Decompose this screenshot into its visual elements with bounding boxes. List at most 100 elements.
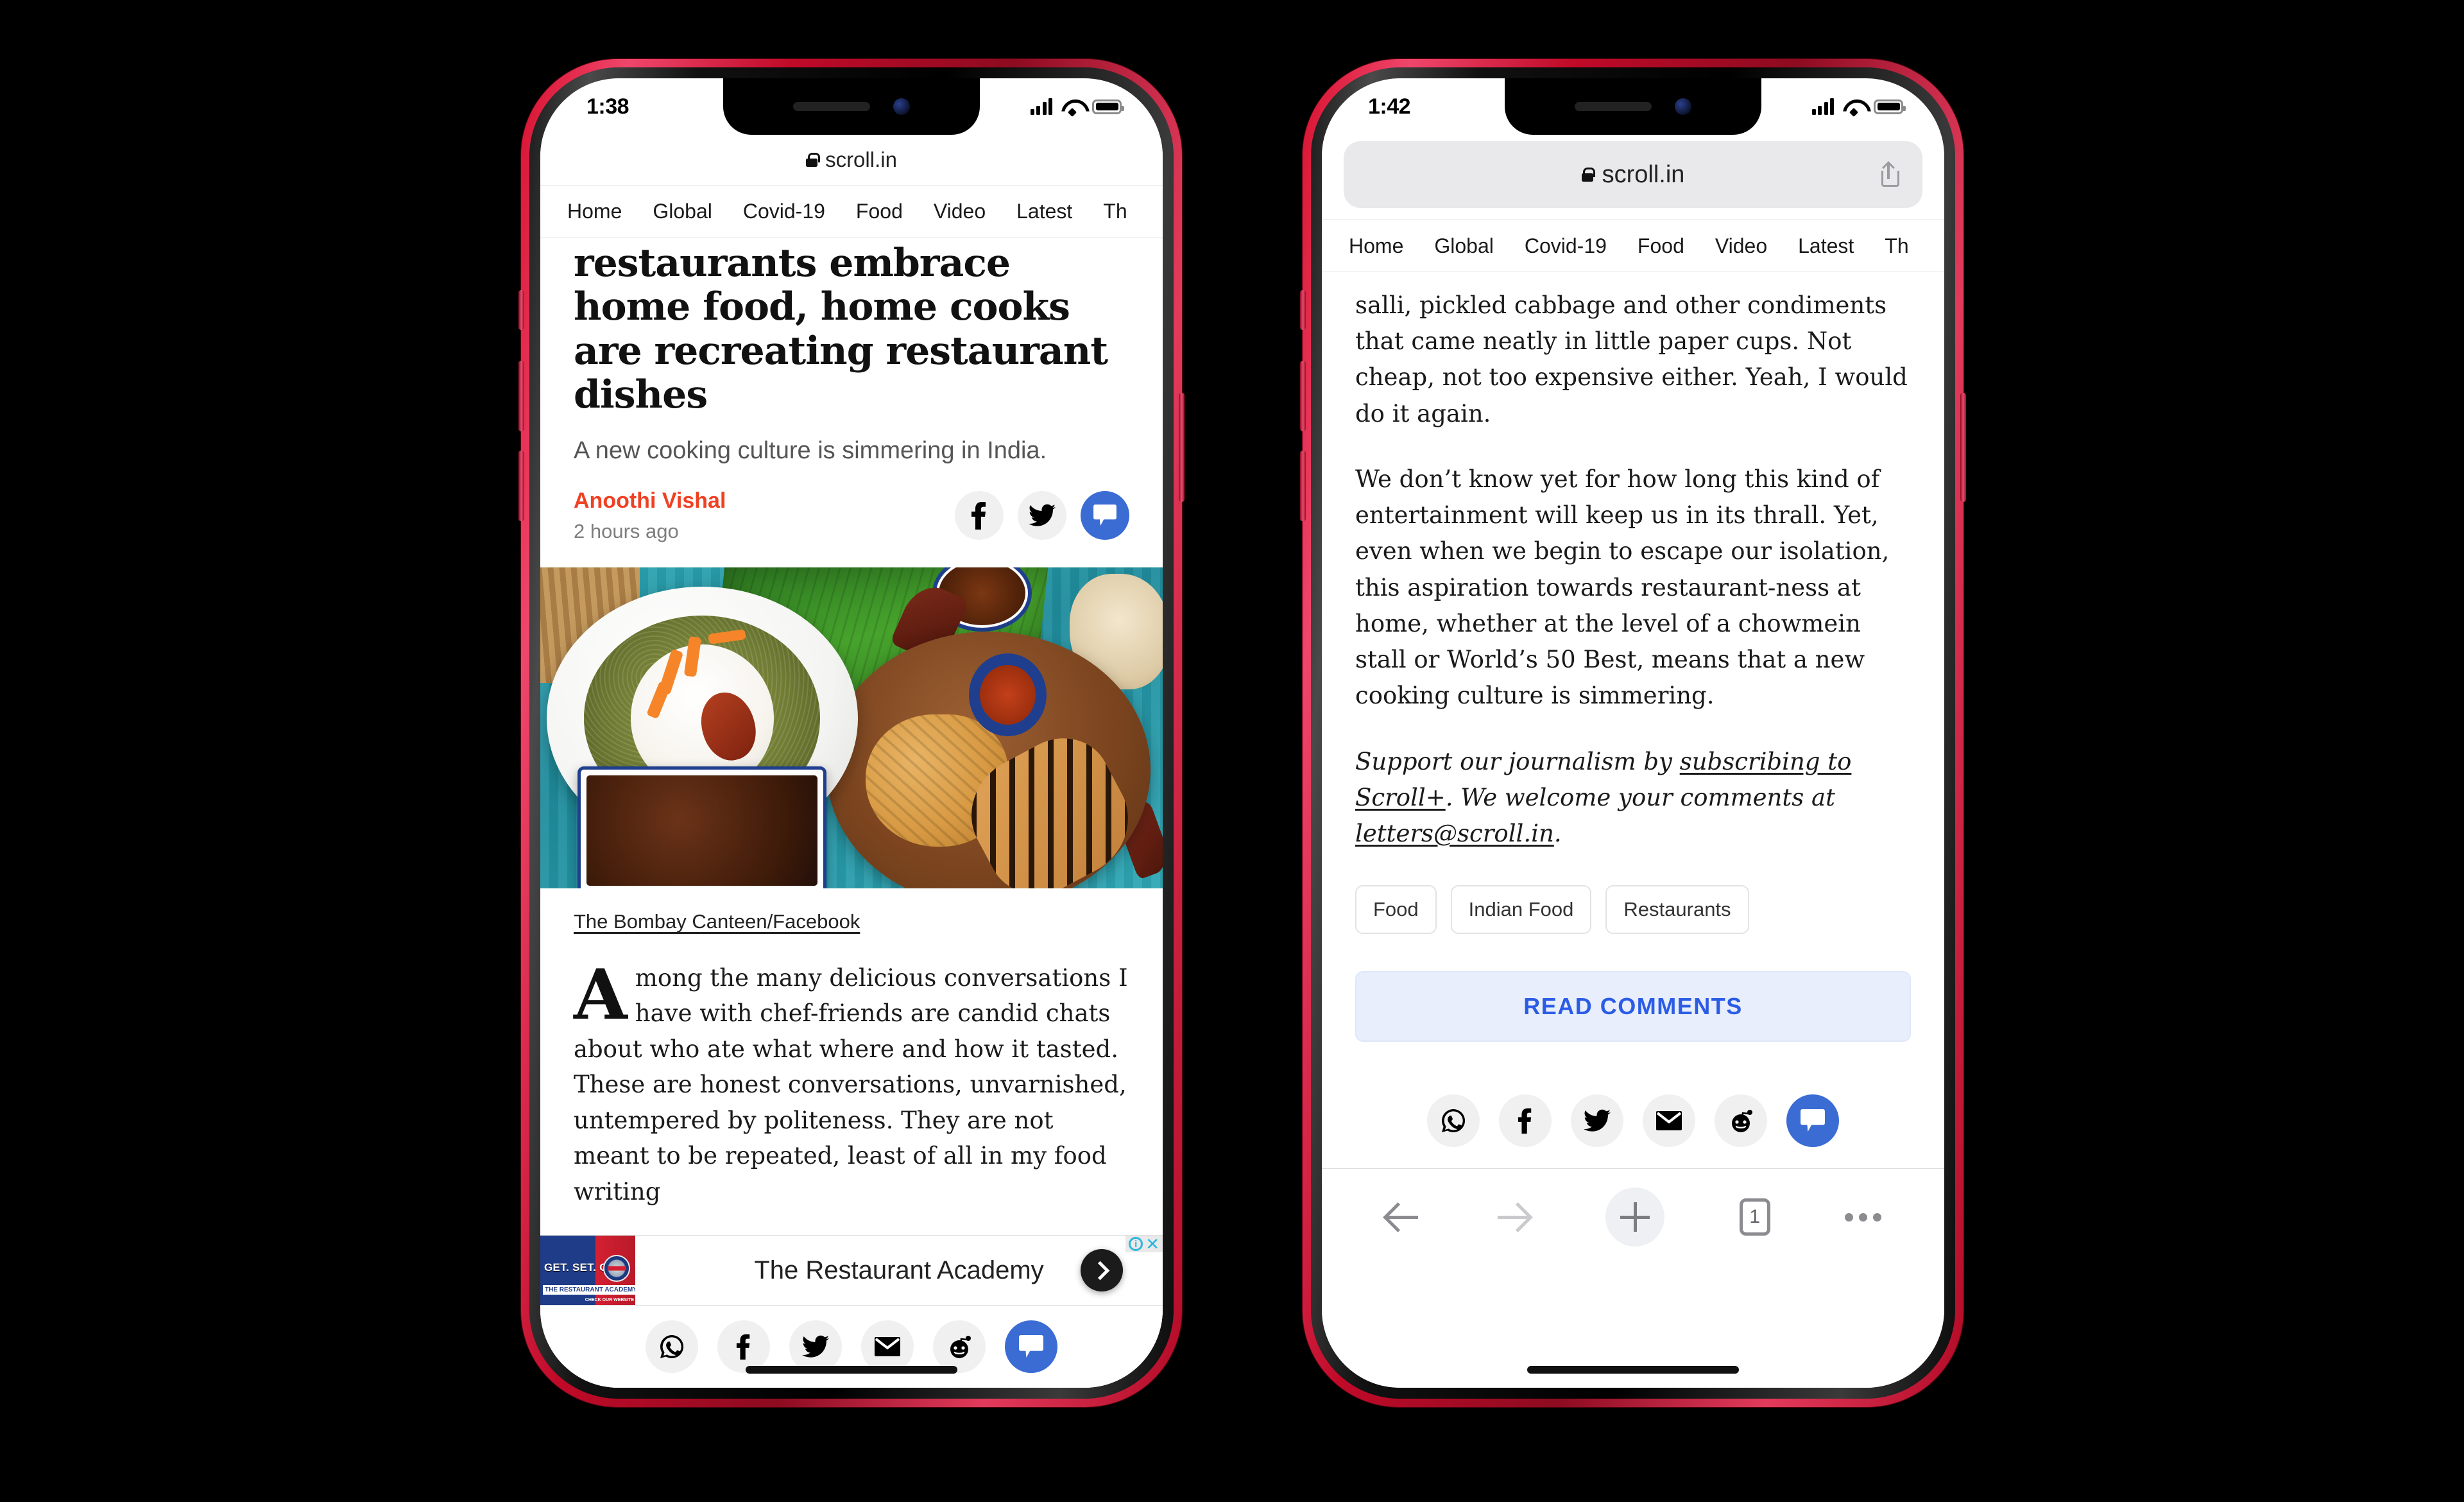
url-bar-right[interactable]: scroll.in	[1344, 141, 1922, 208]
tag-food[interactable]: Food	[1355, 885, 1437, 935]
nav-item-covid19[interactable]: Covid-19	[1525, 234, 1607, 258]
nav-item-food[interactable]: Food	[856, 200, 903, 223]
reddit-share-icon[interactable]	[1715, 1094, 1767, 1147]
phone-right: 1:42 scroll.in Home Global Covid-19 Food…	[1300, 59, 1966, 1407]
comments-icon[interactable]	[1786, 1094, 1839, 1147]
notch-left	[723, 78, 980, 135]
support-prefix: Support our journalism by	[1355, 747, 1680, 775]
email-share-icon[interactable]	[1643, 1094, 1695, 1147]
cellular-bars-icon	[1030, 98, 1052, 115]
nav-item-video[interactable]: Video	[934, 200, 986, 223]
twitter-share-icon[interactable]	[789, 1320, 842, 1373]
front-camera-icon	[1675, 98, 1691, 115]
nav-item-latest[interactable]: Latest	[1798, 234, 1854, 258]
wifi-icon	[1061, 98, 1083, 115]
site-nav-right[interactable]: Home Global Covid-19 Food Video Latest T…	[1322, 220, 1944, 272]
earpiece-speaker	[1575, 102, 1652, 111]
comments-icon[interactable]	[1081, 491, 1129, 540]
twitter-share-icon[interactable]	[1018, 491, 1066, 540]
site-nav-left[interactable]: Home Global Covid-19 Food Video Latest T…	[540, 185, 1163, 237]
tag-list: Food Indian Food Restaurants	[1322, 885, 1944, 935]
cellular-bars-icon	[1811, 98, 1834, 115]
rectangular-dish	[578, 766, 827, 888]
ad-controls: i ✕	[1125, 1236, 1163, 1252]
wifi-icon	[1843, 98, 1865, 115]
support-middle: . We welcome your comments at	[1445, 783, 1835, 811]
chevron-right-icon[interactable]	[1081, 1249, 1123, 1291]
volume-up-button[interactable]	[1300, 361, 1306, 431]
ad-info-icon[interactable]: i	[1129, 1237, 1143, 1251]
article-paragraph-2: We don’t know yet for how long this kind…	[1355, 465, 1890, 710]
nav-item-video[interactable]: Video	[1715, 234, 1767, 258]
url-bar-wrap-right: scroll.in	[1322, 135, 1944, 220]
article-body-paragraph: Among the many delicious conversations I…	[540, 933, 1163, 1210]
header-share-row	[955, 491, 1129, 540]
tag-indian-food[interactable]: Indian Food	[1450, 885, 1592, 935]
more-dots-icon[interactable]	[1844, 1213, 1881, 1221]
home-indicator[interactable]	[1527, 1366, 1739, 1374]
image-credit[interactable]: The Bombay Canteen/Facebook	[540, 888, 1163, 933]
letters-email-link[interactable]: letters@scroll.in	[1355, 820, 1554, 847]
status-icons	[1030, 98, 1127, 115]
sauce-cup	[969, 653, 1047, 737]
support-note: Support our journalism by subscribing to…	[1322, 714, 1944, 852]
volume-up-button[interactable]	[518, 361, 524, 431]
nav-item-covid19[interactable]: Covid-19	[743, 200, 825, 223]
nav-item-home[interactable]: Home	[1349, 234, 1403, 258]
screenshot-canvas: 1:38 scroll.in Home Global Covid-19 Food…	[0, 0, 2464, 1502]
email-share-icon[interactable]	[861, 1320, 914, 1373]
ad-thumb-line2: THE RESTAURANT ACADEMY	[543, 1285, 635, 1295]
drop-cap: A	[574, 954, 628, 1035]
url-bar-left[interactable]: scroll.in	[540, 135, 1163, 185]
whatsapp-share-icon[interactable]	[1427, 1094, 1480, 1147]
nav-item-food[interactable]: Food	[1638, 234, 1684, 258]
nav-item-global[interactable]: Global	[1434, 234, 1494, 258]
facebook-share-icon[interactable]	[717, 1320, 770, 1373]
twitter-share-icon[interactable]	[1571, 1094, 1623, 1147]
ios-share-icon[interactable]	[1879, 161, 1899, 187]
volume-down-button[interactable]	[1300, 451, 1306, 521]
power-button[interactable]	[1960, 393, 1966, 502]
status-icons	[1811, 98, 1909, 115]
facebook-share-icon[interactable]	[955, 491, 1004, 540]
ad-thumbnail[interactable]: GET. SET. GO THE RESTAURANT ACADEMY CHEC…	[540, 1236, 635, 1305]
status-time: 1:42	[1368, 94, 1411, 119]
earpiece-speaker	[793, 102, 870, 111]
front-camera-icon	[893, 98, 910, 115]
phone-bezel-left: 1:38 scroll.in Home Global Covid-19 Food…	[529, 67, 1174, 1399]
nav-item-home[interactable]: Home	[567, 200, 622, 223]
nav-item-the[interactable]: Th	[1103, 200, 1127, 223]
reddit-share-icon[interactable]	[933, 1320, 986, 1373]
nav-item-the[interactable]: Th	[1885, 234, 1908, 258]
mute-switch[interactable]	[1300, 290, 1306, 330]
screen-right: 1:42 scroll.in Home Global Covid-19 Food…	[1322, 78, 1944, 1388]
comments-icon[interactable]	[1005, 1320, 1057, 1373]
share-bar-right	[1322, 1073, 1944, 1170]
volume-down-button[interactable]	[518, 451, 524, 521]
ad-close-icon[interactable]: ✕	[1145, 1236, 1159, 1252]
back-arrow-icon[interactable]	[1385, 1199, 1421, 1235]
screen-left: 1:38 scroll.in Home Global Covid-19 Food…	[540, 78, 1163, 1388]
lock-icon	[1581, 168, 1596, 182]
power-button[interactable]	[1179, 393, 1185, 502]
mute-switch[interactable]	[518, 290, 524, 330]
read-comments-button[interactable]: READ COMMENTS	[1355, 971, 1911, 1042]
nav-item-global[interactable]: Global	[653, 200, 712, 223]
author-name[interactable]: Anoothi Vishal	[574, 488, 726, 514]
ad-thumb-line3: CHECK OUR WEBSITE	[585, 1298, 634, 1302]
article-standfirst: A new cooking culture is simmering in In…	[574, 436, 1047, 464]
tag-restaurants[interactable]: Restaurants	[1605, 885, 1749, 935]
ad-banner[interactable]: GET. SET. GO THE RESTAURANT ACADEMY CHEC…	[540, 1235, 1163, 1306]
byline-row: Anoothi Vishal 2 hours ago	[540, 467, 1163, 543]
facebook-share-icon[interactable]	[1499, 1094, 1552, 1147]
article-hero-image	[540, 567, 1163, 888]
battery-icon	[1874, 99, 1906, 114]
whatsapp-share-icon[interactable]	[646, 1320, 698, 1373]
plus-icon[interactable]	[1605, 1187, 1665, 1247]
ad-logo-badge	[603, 1255, 630, 1282]
home-indicator[interactable]	[746, 1366, 957, 1374]
url-text: scroll.in	[825, 148, 897, 171]
tab-count-button[interactable]: 1	[1739, 1198, 1770, 1236]
nav-item-latest[interactable]: Latest	[1016, 200, 1072, 223]
notch-right	[1505, 78, 1761, 135]
